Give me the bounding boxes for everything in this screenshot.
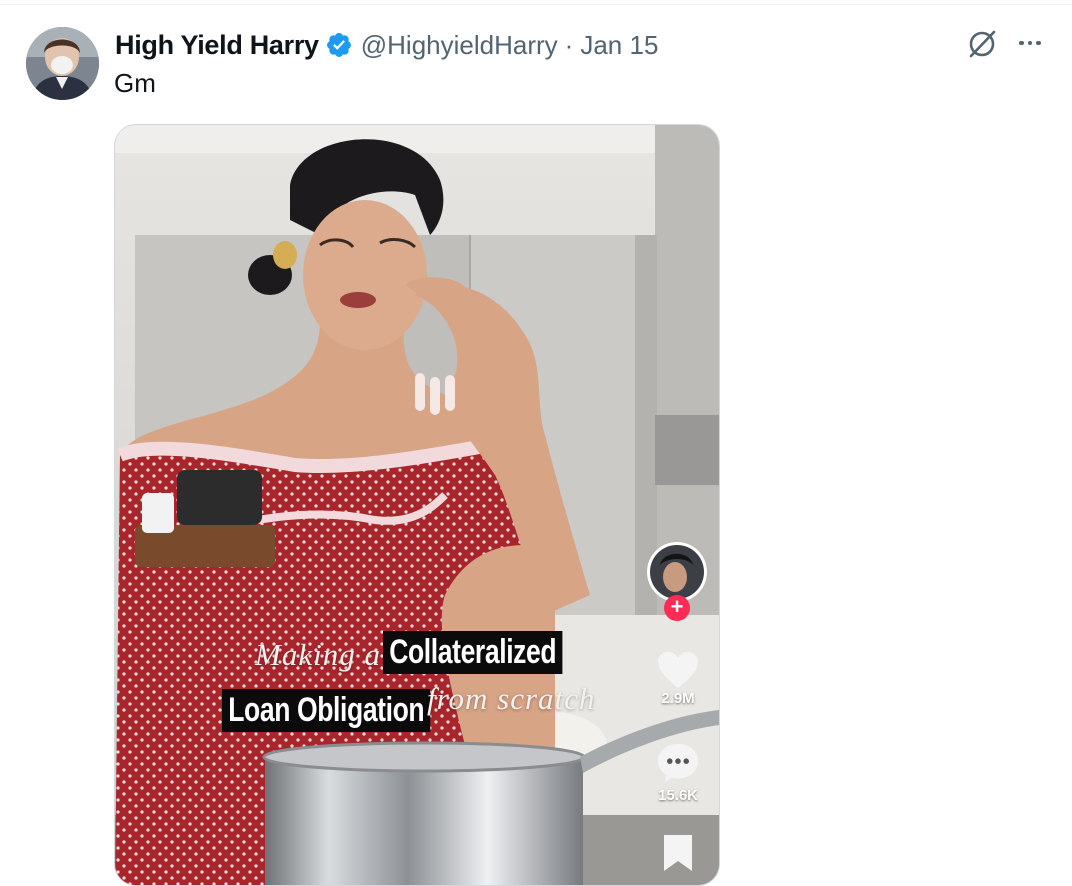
follow-plus-icon[interactable]: +: [664, 595, 690, 621]
comments-count: 15.6K: [657, 787, 699, 804]
comment-icon[interactable]: [656, 742, 700, 784]
author-handle[interactable]: @HighyieldHarry: [361, 30, 558, 61]
top-divider: [0, 4, 1072, 5]
caption-line-1-bold: Collateralized: [383, 631, 563, 674]
caption-line-2-bold: Loan Obligation: [222, 689, 431, 732]
tweet-header: High Yield Harry @HighyieldHarry · Jan 1…: [115, 28, 658, 62]
video-frame-image: [115, 125, 719, 885]
separator-dot: ·: [564, 29, 574, 60]
author-name[interactable]: High Yield Harry: [115, 30, 319, 61]
avatar[interactable]: [26, 27, 99, 100]
heart-icon[interactable]: [656, 650, 700, 690]
grok-icon[interactable]: [965, 27, 999, 61]
tweet-date[interactable]: Jan 15: [580, 30, 658, 61]
caption-line-1-italic: Making a: [255, 637, 381, 672]
verified-badge-icon: [325, 31, 353, 59]
tweet-text: Gm: [114, 68, 156, 98]
video-media[interactable]: Making a Collateralized Loan Obligation …: [114, 124, 720, 886]
caption-line-2-italic: from scratch: [427, 681, 596, 716]
avatar-image: [26, 27, 99, 100]
likes-count: 2.9M: [661, 690, 695, 707]
more-icon[interactable]: [1014, 28, 1046, 58]
bookmark-icon[interactable]: [662, 835, 694, 871]
